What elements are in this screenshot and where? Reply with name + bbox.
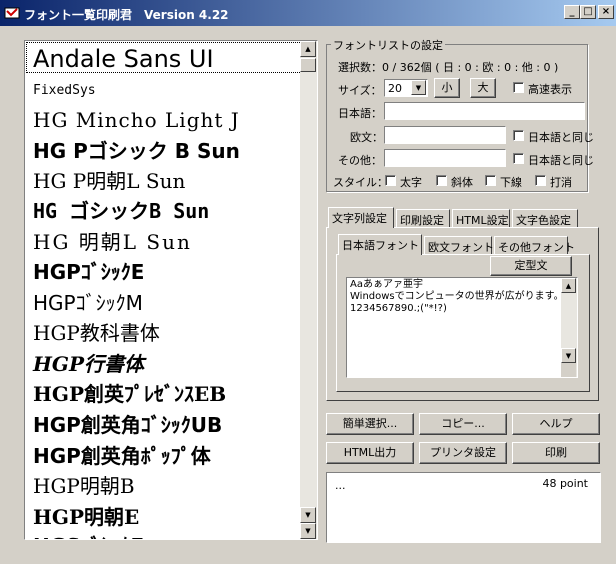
font-list-item[interactable]: HGP明朝B: [33, 471, 135, 501]
italic-label: 斜体: [451, 176, 473, 189]
font-list-item[interactable]: HG Mincho Light J: [33, 105, 240, 135]
bold-label: 太字: [400, 176, 422, 189]
scroll-bottom-icon[interactable]: ▼: [300, 523, 316, 539]
tab-color-settings[interactable]: 文字色設定: [512, 209, 578, 227]
japanese-font-label: 日本語：: [338, 107, 382, 120]
other-font-label: その他：: [338, 154, 382, 167]
font-list-item[interactable]: HGP創英ﾌﾟﾚｾﾞﾝｽEB: [33, 379, 226, 409]
settings-legend: フォントリストの設定: [331, 37, 445, 53]
strike-label: 打消: [550, 176, 572, 189]
font-list-item[interactable]: HGPｺﾞｼｯｸE: [33, 257, 144, 287]
western-font-label: 欧文：: [350, 131, 383, 144]
bold-checkbox[interactable]: [385, 175, 396, 186]
fast-display-checkbox[interactable]: [513, 82, 524, 93]
tab-html-settings[interactable]: HTML設定: [452, 209, 510, 227]
resize-grip: [561, 363, 576, 377]
font-list-item[interactable]: HGP創英角ｺﾞｼｯｸUB: [33, 410, 222, 440]
underline-checkbox[interactable]: [485, 175, 496, 186]
italic-checkbox[interactable]: [436, 175, 447, 186]
font-list-item[interactable]: HG P明朝L Sun: [33, 166, 185, 196]
minimize-button[interactable]: _: [564, 5, 580, 19]
sample-line-3: 1234567890.;("*!?): [350, 303, 447, 314]
font-list-item[interactable]: FixedSys: [33, 76, 96, 106]
scroll-down-icon[interactable]: ▼: [300, 507, 316, 523]
font-list-item[interactable]: HGP教科書体: [33, 318, 160, 348]
font-list-item[interactable]: HGPｺﾞｼｯｸM: [33, 288, 143, 318]
preview-point-size: 48 point: [542, 477, 588, 490]
tab-western-font[interactable]: 欧文フォント: [424, 236, 494, 254]
japanese-font-field[interactable]: [384, 102, 585, 120]
app-icon: [4, 5, 20, 21]
font-list-item[interactable]: Andale Sans UI: [33, 44, 214, 74]
sample-scroll-down-icon[interactable]: ▼: [561, 348, 576, 363]
size-label: サイズ：: [338, 84, 382, 97]
preview-left-text: ...: [335, 479, 346, 492]
size-select[interactable]: 20 ▼: [384, 79, 428, 97]
sample-scroll-up-icon[interactable]: ▲: [561, 278, 576, 293]
font-list-scrollbar[interactable]: ▲ ▼ ▼: [300, 41, 317, 539]
sample-line-1: Aaあぁアァ亜宇: [350, 279, 423, 290]
font-list-item[interactable]: HG 明朝L Sun: [33, 227, 192, 257]
size-dropdown-icon[interactable]: ▼: [411, 80, 426, 95]
style-label: スタイル：: [333, 176, 388, 189]
size-small-button[interactable]: 小: [434, 78, 460, 98]
font-list[interactable]: Andale Sans UI FixedSys HG Mincho Light JH…: [24, 40, 318, 540]
other-font-field[interactable]: [384, 149, 506, 167]
western-font-field[interactable]: [384, 126, 506, 144]
font-list-item[interactable]: HGSｺﾞｼｯｸE: [33, 531, 144, 539]
other-same-label: 日本語と同じ: [528, 154, 594, 167]
fast-display-label: 高速表示: [528, 83, 572, 96]
strike-checkbox[interactable]: [535, 175, 546, 186]
tab-string-settings[interactable]: 文字列設定: [328, 207, 394, 228]
scroll-thumb[interactable]: [300, 58, 316, 72]
font-list-item[interactable]: HGP行書体: [33, 349, 144, 379]
sample-line-2: Windowsでコンピュータの世界が広がります。: [350, 291, 564, 302]
underline-label: 下線: [500, 176, 522, 189]
font-list-item[interactable]: HGP明朝E: [33, 502, 139, 532]
help-button[interactable]: ヘルプ: [512, 413, 600, 435]
copy-button[interactable]: コピー...: [419, 413, 507, 435]
western-same-checkbox[interactable]: [513, 130, 524, 141]
tab-other-font[interactable]: その他フォント: [494, 236, 575, 254]
size-value: 20: [388, 82, 402, 95]
simple-select-button[interactable]: 簡単選択...: [326, 413, 414, 435]
scroll-up-icon[interactable]: ▲: [300, 41, 316, 57]
print-button[interactable]: 印刷: [512, 442, 600, 464]
tab-japanese-font[interactable]: 日本語フォント: [338, 234, 422, 255]
title-bar[interactable]: フォント一覧印刷君 Version 4.22 _ □ ×: [0, 0, 616, 26]
font-list-item[interactable]: HGP創英角ﾎﾟｯﾌﾟ体: [33, 441, 211, 471]
template-text-button[interactable]: 定型文: [490, 256, 572, 276]
printer-setup-button[interactable]: プリンタ設定: [419, 442, 507, 464]
maximize-button[interactable]: □: [580, 5, 596, 19]
close-button[interactable]: ×: [598, 5, 614, 19]
sample-text-area[interactable]: Aaあぁアァ亜宇 Windowsでコンピュータの世界が広がります。 123456…: [346, 277, 578, 378]
other-same-checkbox[interactable]: [513, 153, 524, 164]
size-large-button[interactable]: 大: [470, 78, 496, 98]
preview-box: ... 48 point: [326, 472, 601, 543]
html-output-button[interactable]: HTML出力: [326, 442, 414, 464]
window-title: フォント一覧印刷君 Version 4.22: [24, 8, 229, 22]
selection-count: 選択数：0 / 362個 ( 日 : 0 : 欧 : 0 : 他 : 0 ): [338, 61, 559, 74]
western-same-label: 日本語と同じ: [528, 131, 594, 144]
font-list-item[interactable]: HG ゴシックB Sun: [33, 196, 209, 226]
font-list-item[interactable]: HG Pゴシック B Sun: [33, 136, 240, 166]
tab-print-settings[interactable]: 印刷設定: [396, 209, 450, 227]
